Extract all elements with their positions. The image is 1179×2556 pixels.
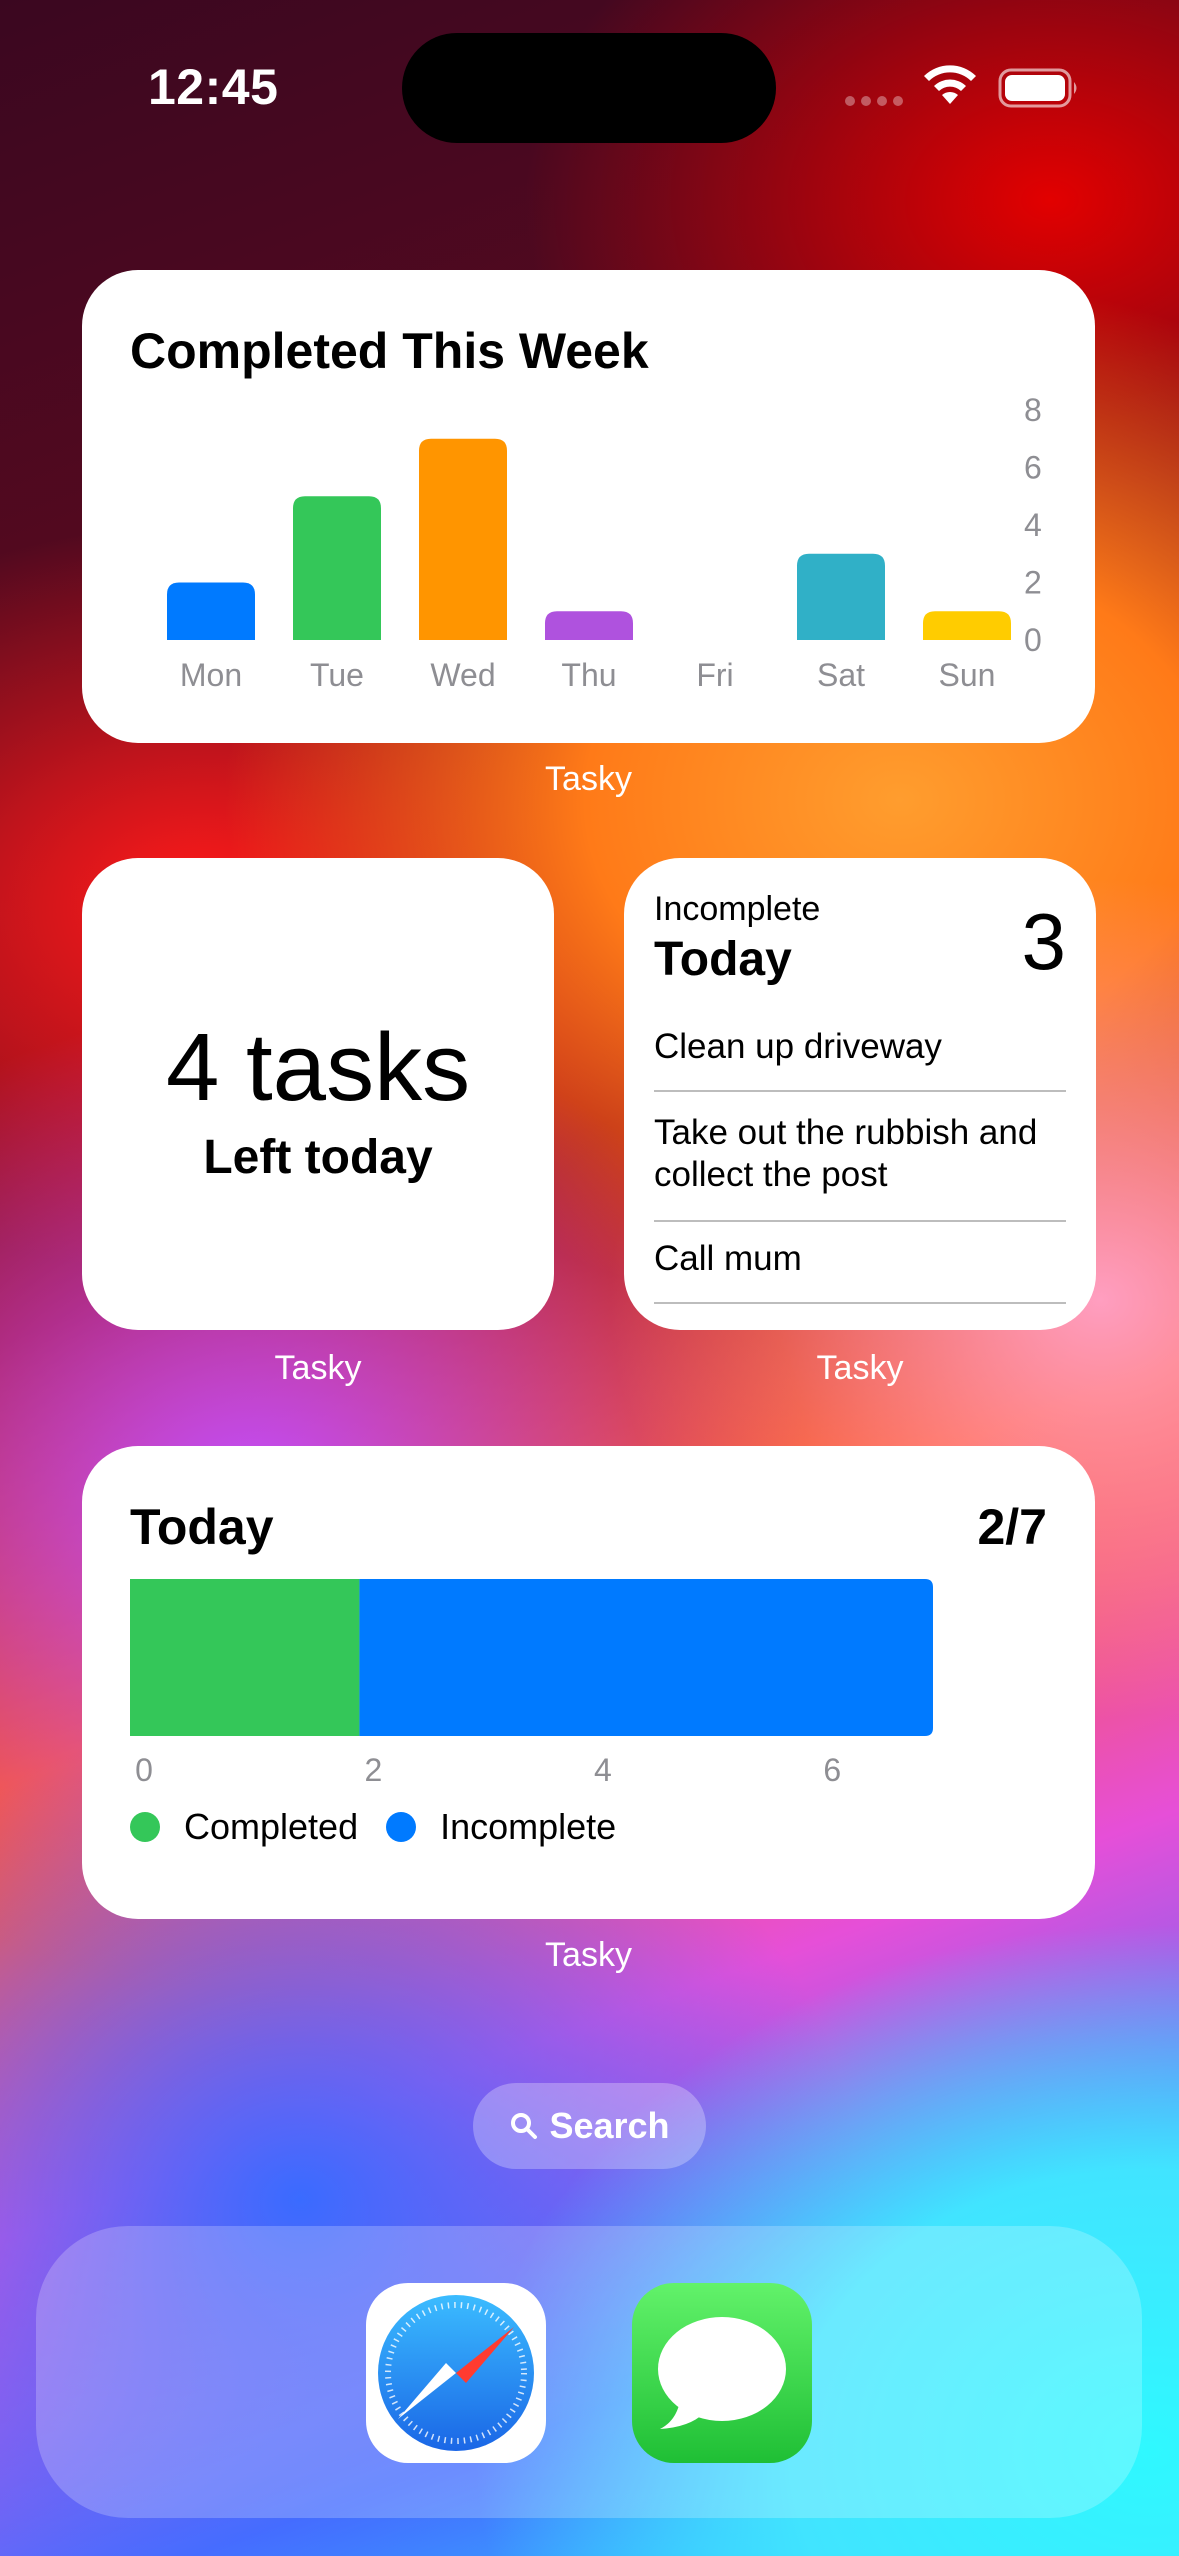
y-tick-label: 0 — [1024, 622, 1042, 658]
incomplete-count: 3 — [1021, 897, 1067, 986]
task-item[interactable]: Call mum — [654, 1222, 1066, 1304]
x-tick-label: Fri — [696, 657, 733, 693]
today-stacked-bar: 0 2 4 6 — [130, 1579, 933, 1786]
x-tick-label: Tue — [310, 657, 364, 693]
widget-caption: Tasky — [816, 1349, 904, 1387]
x-tick-label: 2 — [365, 1752, 383, 1786]
incomplete-label: Incomplete — [654, 890, 821, 928]
x-tick-label: Mon — [180, 657, 242, 693]
widget-caption: Tasky — [545, 760, 632, 798]
status-bar: 12:45 — [0, 0, 1179, 170]
x-tick-label: 4 — [594, 1752, 612, 1786]
legend-completed-label: Completed — [184, 1806, 359, 1847]
dynamic-island — [402, 33, 776, 143]
y-tick-label: 2 — [1024, 565, 1042, 601]
tasks-left-subtitle: Left today — [203, 1131, 433, 1184]
chart-bar-sun — [923, 611, 1011, 640]
weekly-bar-chart: Mon Tue Wed Thu Fri Sat Sun 0 2 4 6 8 — [167, 392, 1042, 693]
spotlight-search-button[interactable]: Search — [473, 2083, 706, 2169]
dock — [36, 2226, 1142, 2518]
y-tick-label: 6 — [1024, 450, 1042, 486]
x-tick-label: 0 — [135, 1752, 153, 1786]
incomplete-heading: Today — [654, 933, 792, 986]
incomplete-tasks-widget[interactable]: Incomplete Today 3 Clean up driveway Tak… — [624, 858, 1096, 1330]
task-item[interactable]: Clean up driveway — [654, 1020, 1066, 1092]
compass-icon — [378, 2295, 534, 2451]
widget-caption: Tasky — [274, 1349, 362, 1387]
legend-completed-swatch — [130, 1812, 160, 1842]
speech-bubble-icon — [658, 2317, 786, 2429]
x-tick-label: Sat — [817, 657, 865, 693]
safari-app-icon[interactable] — [366, 2283, 546, 2463]
battery-icon — [998, 68, 1077, 108]
cellular-signal-icon — [845, 96, 903, 106]
chart-bar-sat — [797, 553, 885, 640]
status-time: 12:45 — [148, 59, 279, 115]
y-tick-label: 4 — [1024, 507, 1042, 543]
tasks-left-widget[interactable]: 4 tasks Left today — [82, 858, 554, 1330]
x-tick-label: Sun — [939, 657, 996, 693]
x-tick-label: Thu — [561, 657, 616, 693]
chart-legend: Completed Incomplete — [130, 1806, 644, 1848]
widget-caption: Tasky — [545, 1936, 632, 1974]
stacked-bar-incomplete — [359, 1579, 933, 1736]
task-item[interactable]: Take out the rubbish and collect the pos… — [654, 1104, 1066, 1222]
search-label: Search — [549, 2105, 670, 2146]
weekly-completed-widget[interactable]: Completed This Week Mon Tue Wed Thu Fri Sat Su… — [82, 270, 1095, 743]
chart-bar-wed — [419, 438, 507, 640]
messages-app-icon[interactable] — [632, 2283, 812, 2463]
wifi-icon — [924, 65, 976, 104]
x-tick-label: 6 — [823, 1752, 841, 1786]
chart-bar-thu — [545, 611, 633, 640]
chart-bar-tue — [293, 496, 381, 640]
tasks-left-count: 4 tasks — [165, 1014, 471, 1121]
today-progress-widget[interactable]: Today 2/7 0246 Completed Incomplete — [82, 1446, 1095, 1919]
stacked-bar-completed — [130, 1579, 360, 1736]
legend-incomplete-label: Incomplete — [440, 1806, 617, 1847]
search-icon — [511, 2113, 538, 2139]
legend-incomplete-swatch — [386, 1812, 417, 1842]
chart-bar-mon — [167, 582, 255, 640]
x-tick-label: Wed — [430, 657, 495, 693]
y-tick-label: 8 — [1024, 392, 1042, 428]
